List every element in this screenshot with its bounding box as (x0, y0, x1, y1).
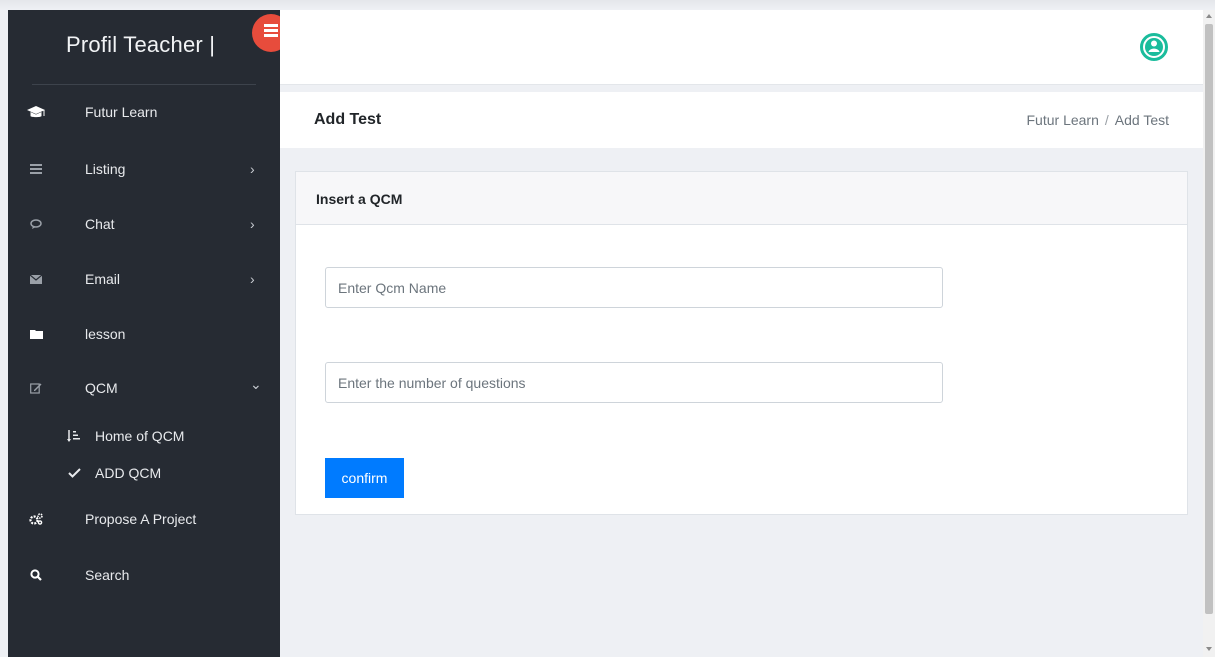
scroll-down-arrow-icon[interactable] (1206, 647, 1212, 651)
sidebar-subitem-add-qcm[interactable]: ADD QCM (8, 459, 280, 487)
confirm-button[interactable]: confirm (325, 458, 404, 498)
sidebar-item-propose-project[interactable]: Propose A Project (8, 499, 280, 539)
edit-icon (26, 378, 46, 398)
list-icon (26, 159, 46, 179)
topbar (280, 10, 1203, 85)
sidebar-item-listing[interactable]: Listing › (8, 149, 280, 189)
card-title: Insert a QCM (316, 191, 403, 207)
top-shadow (0, 0, 1215, 10)
sidebar-item-futur-learn[interactable]: Futur Learn (8, 92, 280, 132)
chevron-right-icon: › (250, 271, 255, 287)
sidebar-item-label: Futur Learn (85, 104, 158, 120)
sort-icon (65, 427, 83, 445)
sidebar-title: Profil Teacher | (66, 32, 216, 57)
breadcrumb-current: Add Test (1114, 112, 1169, 128)
sidebar-item-label: Propose A Project (85, 511, 197, 527)
user-avatar-icon[interactable] (1139, 32, 1169, 62)
menu-icon (264, 24, 278, 42)
chevron-right-icon: › (250, 161, 255, 177)
envelope-icon (26, 269, 46, 289)
folder-icon (26, 324, 46, 344)
card-header: Insert a QCM (296, 172, 1187, 225)
breadcrumb: Futur Learn / Add Test (1027, 112, 1170, 128)
sidebar-subitem-label: ADD QCM (95, 465, 162, 481)
sidebar-subitem-label: Home of QCM (95, 428, 185, 444)
chat-icon (26, 214, 46, 234)
scroll-up-arrow-icon[interactable] (1206, 14, 1212, 18)
cogs-icon (26, 509, 46, 529)
chevron-right-icon: › (250, 216, 255, 232)
sidebar-item-label: Search (85, 567, 130, 583)
app-window: Profil Teacher | Futur Learn Listing › C… (0, 0, 1215, 657)
sidebar-item-lesson[interactable]: lesson (8, 314, 280, 354)
chevron-down-icon: ⌄ (250, 376, 262, 392)
breadcrumb-separator: / (1104, 112, 1109, 128)
sidebar-item-label: Listing (85, 161, 126, 177)
breadcrumb-home-link[interactable]: Futur Learn (1027, 112, 1099, 128)
page-title: Add Test (314, 111, 382, 128)
sidebar-item-email[interactable]: Email › (8, 259, 280, 299)
sidebar-item-qcm[interactable]: QCM ⌄ (8, 368, 280, 408)
sidebar-item-chat[interactable]: Chat › (8, 204, 280, 244)
qcm-name-input[interactable] (325, 267, 943, 308)
sidebar-brand: Profil Teacher | (8, 10, 280, 86)
sidebar-item-search[interactable]: Search (8, 555, 280, 595)
insert-qcm-card: Insert a QCM confirm (295, 171, 1188, 515)
question-count-input[interactable] (325, 362, 943, 403)
sidebar-divider (32, 84, 256, 85)
scroll-thumb[interactable] (1205, 24, 1213, 614)
vertical-scrollbar[interactable] (1203, 10, 1215, 657)
sidebar-subitem-home-of-qcm[interactable]: Home of QCM (8, 422, 280, 450)
sidebar-item-label: QCM (85, 380, 118, 396)
sidebar-item-label: lesson (85, 326, 126, 342)
sidebar: Profil Teacher | Futur Learn Listing › C… (8, 10, 280, 657)
check-icon (65, 464, 83, 482)
page-header: Add Test Futur Learn / Add Test (280, 92, 1203, 148)
sidebar-item-label: Chat (85, 216, 115, 232)
graduation-cap-icon (26, 102, 46, 122)
sidebar-item-label: Email (85, 271, 121, 287)
search-icon (26, 565, 46, 585)
